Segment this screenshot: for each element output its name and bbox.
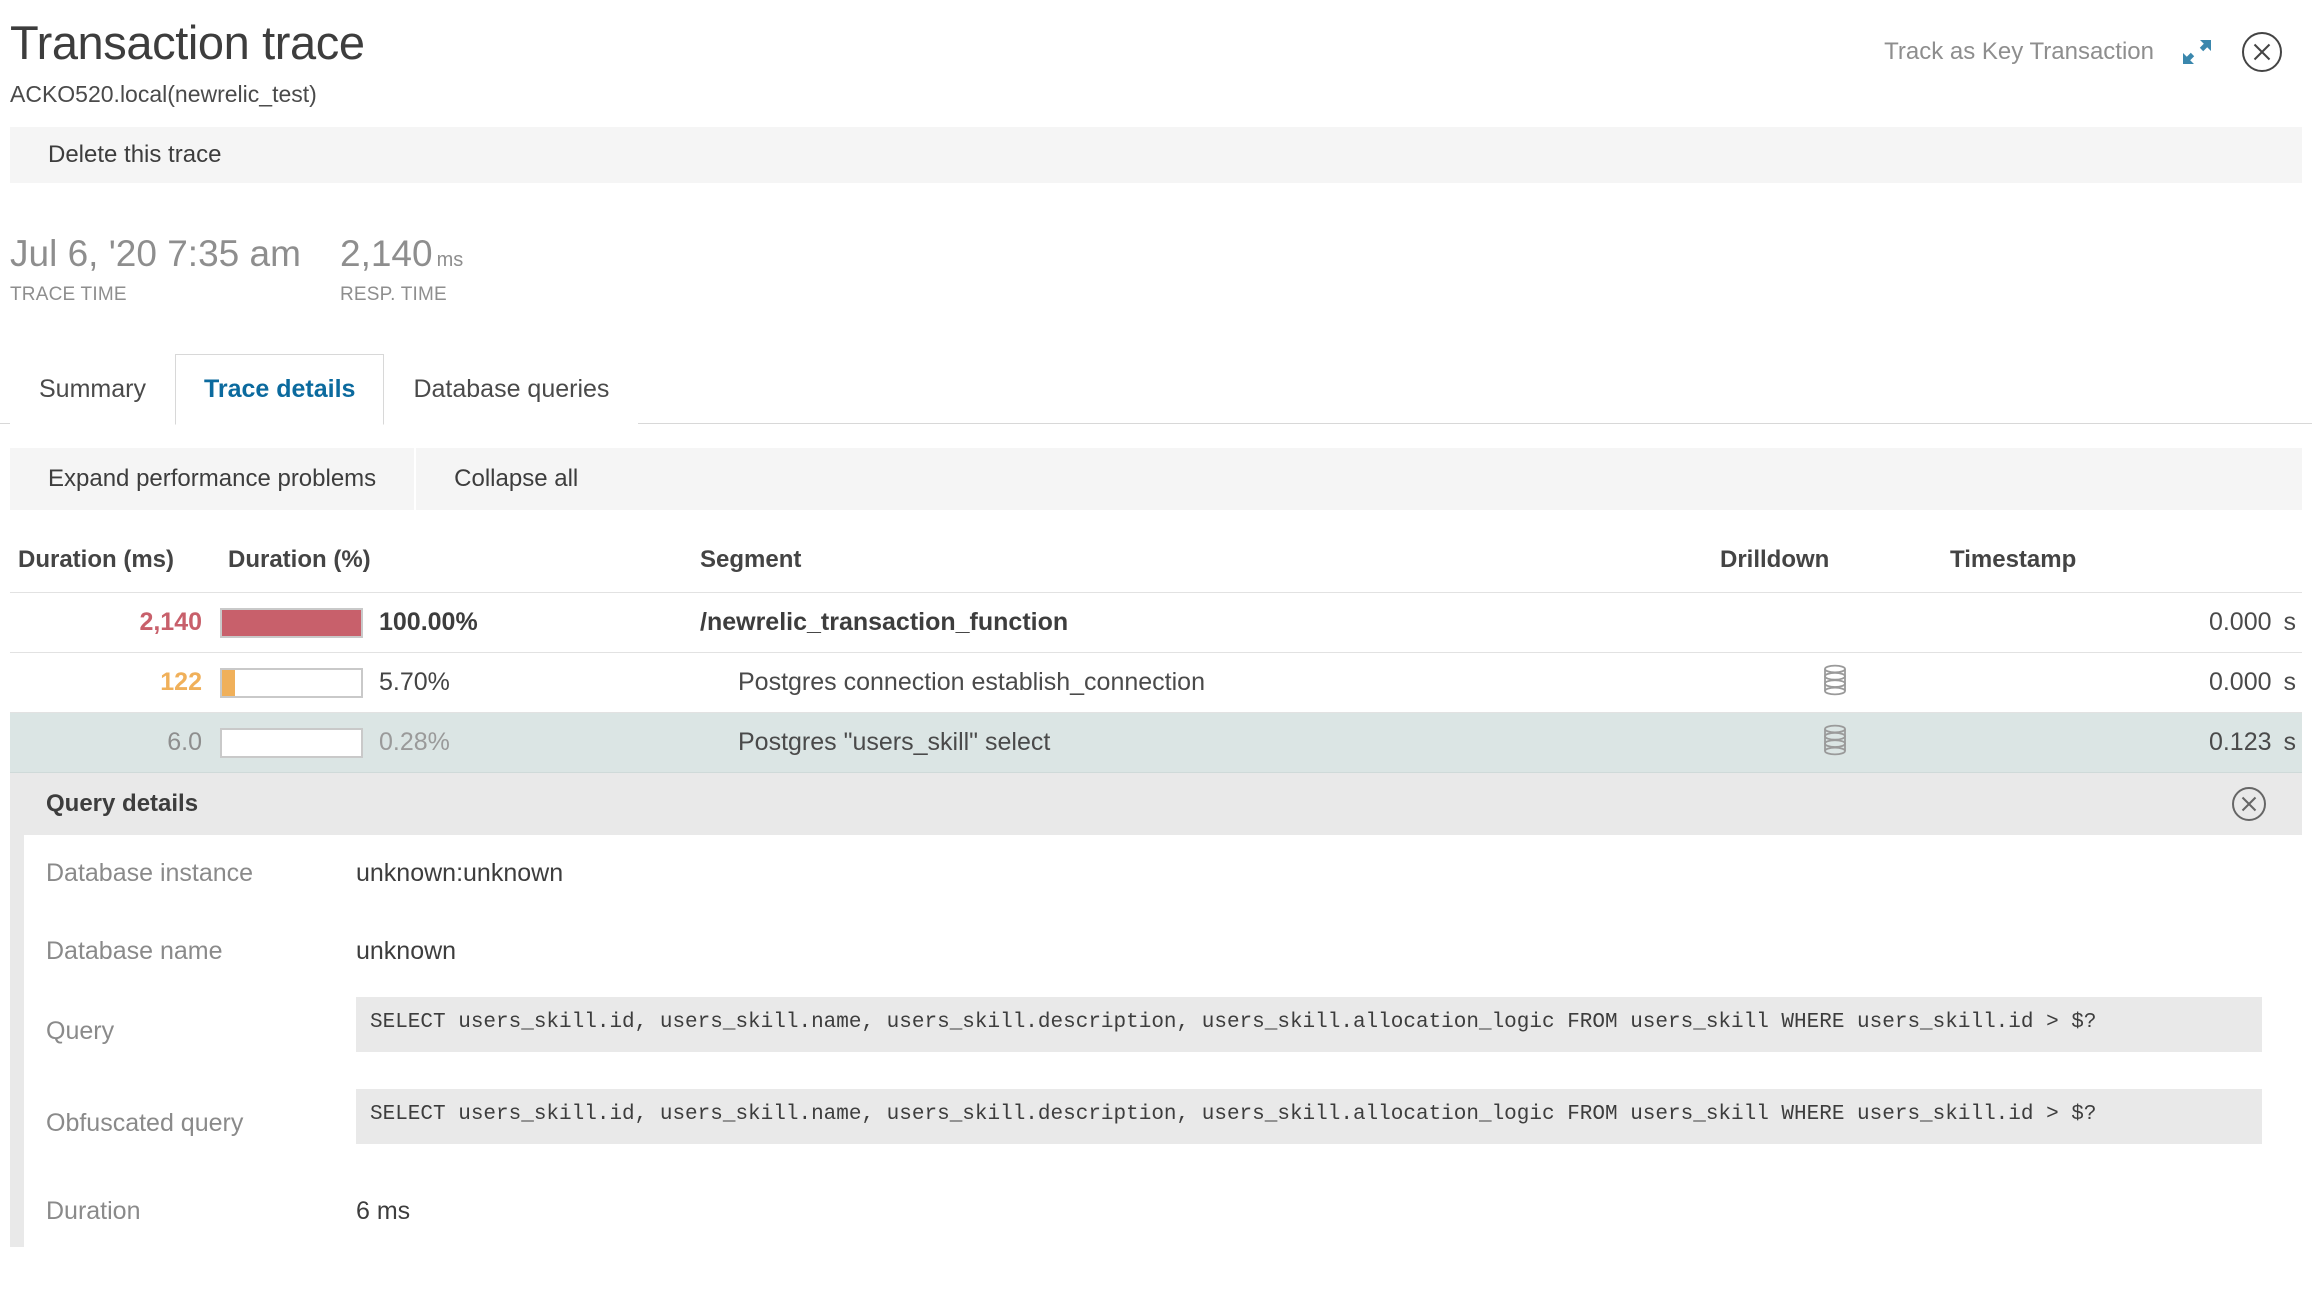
app-host-subtitle: ACKO520.local(newrelic_test)	[10, 81, 317, 107]
detail-label: Obfuscated query	[46, 1109, 244, 1138]
resp-time-value: 2,140	[340, 233, 433, 275]
trace-stats: Jul 6, '20 7:35 am TRACE TIME 2,140 ms RE…	[0, 183, 2312, 306]
title-row: Transaction trace Track as Key Transacti…	[0, 18, 2312, 74]
database-icon[interactable]	[1822, 664, 1848, 696]
column-header-timestamp[interactable]: Timestamp	[1950, 546, 2302, 593]
row-duration-ms: 2,140	[10, 592, 220, 654]
duration-pct-label: 5.70%	[379, 668, 450, 697]
duration-pct-label: 0.28%	[379, 728, 450, 757]
duration-bar-fill	[222, 729, 225, 756]
duration-bar-fill	[222, 609, 361, 636]
detail-value: unknown	[356, 937, 457, 966]
duration-bar	[220, 607, 363, 638]
track-as-key-transaction-button[interactable]: Track as Key Transaction	[1884, 38, 2154, 66]
query-details-header: Query details	[24, 773, 2302, 836]
obfuscated-sql-text: SELECT users_skill.id, users_skill.name,…	[356, 1089, 2262, 1144]
resp-time-label: RESP. TIME	[340, 284, 447, 306]
query-sql-text: SELECT users_skill.id, users_skill.name,…	[356, 997, 2262, 1052]
column-header-segment[interactable]: Segment	[550, 546, 1720, 593]
trace-table-head: Duration (ms) Duration (%) Segment Drill…	[10, 546, 2302, 593]
detail-value: unknown:unknown	[356, 859, 564, 888]
duration-bar-fill	[222, 669, 235, 696]
segment-name: Postgres connection establish_connection	[738, 668, 1205, 697]
column-header-drilldown[interactable]: Drilldown	[1720, 546, 1950, 593]
query-details-body: Database instance unknown:unknown Databa…	[24, 835, 2302, 1248]
query-detail-row-duration: Duration 6 ms	[24, 1171, 2302, 1247]
column-header-duration-pct[interactable]: Duration (%)	[220, 546, 550, 593]
segment-name: Postgres "users_skill" select	[738, 728, 1051, 757]
query-details-title: Query details	[46, 790, 199, 818]
row-duration-pct-cell: 5.70%	[220, 652, 550, 714]
query-detail-row-query: Query SELECT users_skill.id, users_skill…	[24, 987, 2302, 1079]
row-drilldown[interactable]	[1720, 712, 1950, 774]
timestamp-unit: s	[2283, 668, 2297, 697]
query-detail-row-database-instance: Database instance unknown:unknown	[24, 835, 2302, 911]
duration-pct-label: 100.00%	[379, 608, 478, 637]
query-details-panel: Query details Database instance unknown:…	[10, 773, 2302, 1248]
segment-name: /newrelic_transaction_function	[700, 608, 1069, 637]
row-timestamp: 0.123 s	[1950, 712, 2302, 774]
row-duration-pct-cell: 100.00%	[220, 592, 550, 654]
row-duration-ms: 122	[10, 652, 220, 714]
row-segment[interactable]: /newrelic_transaction_function	[550, 592, 1720, 654]
table-row[interactable]: 122 5.70% Postgres connection establish_…	[10, 652, 2302, 714]
detail-label: Query	[46, 1017, 115, 1046]
detail-label: Database name	[46, 937, 223, 966]
timestamp-unit: s	[2283, 608, 2297, 637]
row-duration-pct-cell: 0.28%	[220, 712, 550, 774]
collapse-all-button[interactable]: Collapse all	[416, 448, 617, 511]
query-detail-row-database-name: Database name unknown	[24, 911, 2302, 987]
table-header-row: Duration (ms) Duration (%) Segment Drill…	[10, 546, 2302, 593]
transaction-trace-page: Transaction trace Track as Key Transacti…	[0, 0, 2312, 1304]
resp-time-value-wrap: 2,140 ms	[340, 235, 463, 272]
header-actions: Track as Key Transaction	[1884, 18, 2284, 74]
trace-time-label: TRACE TIME	[10, 284, 127, 306]
column-header-duration-ms[interactable]: Duration (ms)	[10, 546, 220, 593]
row-timestamp: 0.000 s	[1950, 592, 2302, 654]
detail-label: Database instance	[46, 859, 254, 888]
row-timestamp: 0.000 s	[1950, 652, 2302, 714]
detail-value: 6 ms	[356, 1197, 411, 1226]
page-header: Transaction trace Track as Key Transacti…	[0, 0, 2312, 107]
stat-resp-time: 2,140 ms RESP. TIME	[340, 235, 463, 306]
row-segment[interactable]: Postgres connection establish_connection	[550, 652, 1720, 714]
row-drilldown[interactable]	[1720, 652, 1950, 714]
trace-toolbar: Expand performance problems Collapse all	[10, 448, 2302, 511]
row-segment[interactable]: Postgres "users_skill" select	[550, 712, 1720, 774]
close-circle-icon[interactable]	[2240, 30, 2284, 74]
detail-label: Duration	[46, 1197, 141, 1226]
delete-this-trace-button[interactable]: Delete this trace	[10, 141, 221, 169]
expand-arrows-icon[interactable]	[2180, 35, 2214, 69]
duration-bar-group: 100.00%	[220, 607, 550, 638]
query-detail-row-obfuscated-query: Obfuscated query SELECT users_skill.id, …	[24, 1079, 2302, 1171]
duration-bar-group: 5.70%	[220, 667, 550, 698]
table-row[interactable]: 6.0 0.28% Postgres "users_skill" select	[10, 712, 2302, 774]
duration-bar-group: 0.28%	[220, 727, 550, 758]
row-duration-ms: 6.0	[10, 712, 220, 774]
trace-segments-table: Duration (ms) Duration (%) Segment Drill…	[10, 546, 2302, 774]
tab-list: Summary Trace details Database queries	[10, 354, 2312, 426]
trace-time-value: Jul 6, '20 7:35 am	[10, 233, 301, 275]
row-drilldown	[1720, 592, 1950, 654]
page-title: Transaction trace	[10, 16, 365, 69]
delete-trace-bar: Delete this trace	[10, 127, 2302, 184]
database-icon[interactable]	[1822, 724, 1848, 756]
timestamp-unit: s	[2283, 728, 2297, 757]
table-row[interactable]: 2,140 100.00% /newrelic_transaction_func…	[10, 592, 2302, 654]
timestamp-value: 0.000	[2208, 608, 2272, 637]
expand-performance-problems-button[interactable]: Expand performance problems	[10, 448, 415, 511]
tab-trace-details[interactable]: Trace details	[174, 354, 385, 426]
duration-bar	[220, 667, 363, 698]
stat-trace-time: Jul 6, '20 7:35 am TRACE TIME	[10, 235, 340, 306]
close-circle-icon[interactable]	[2230, 785, 2268, 823]
tab-bar: Summary Trace details Database queries	[0, 354, 2312, 426]
duration-bar	[220, 727, 363, 758]
timestamp-value: 0.000	[2208, 668, 2272, 697]
tab-summary[interactable]: Summary	[10, 354, 175, 425]
resp-time-unit: ms	[436, 249, 464, 272]
tab-database-queries[interactable]: Database queries	[384, 354, 639, 425]
timestamp-value: 0.123	[2208, 728, 2272, 757]
trace-table-body: 2,140 100.00% /newrelic_transaction_func…	[10, 592, 2302, 774]
title-block: Transaction trace	[10, 16, 365, 69]
